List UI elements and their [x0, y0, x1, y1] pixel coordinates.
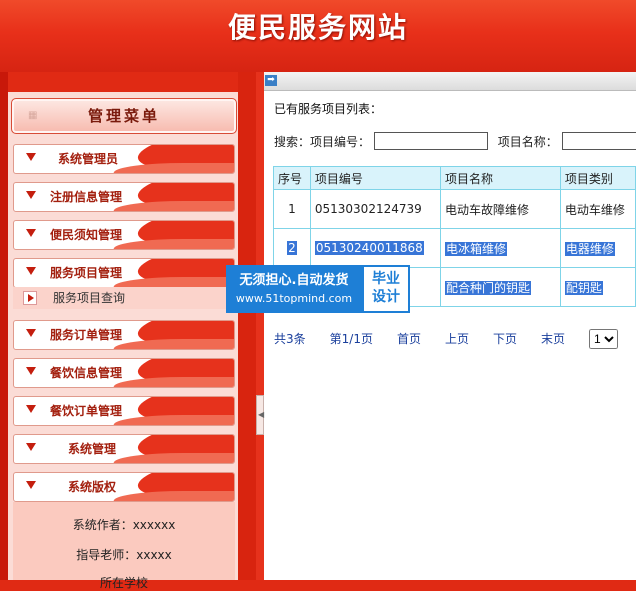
name-label: 项目名称： — [497, 134, 558, 149]
column-header: 项目编号 — [309, 166, 441, 190]
watermark-line1: 无须担心.自动发货 — [239, 273, 349, 288]
header-banner: 便民服务网站 — [0, 0, 636, 72]
sidebar-item-copyright[interactable]: 系统版权 — [13, 472, 235, 502]
project-name-input[interactable] — [561, 132, 636, 150]
sidebar-item-label: 餐饮订单管理 — [50, 404, 123, 418]
site-title: 便民服务网站 — [227, 11, 408, 44]
author-text: 系统作者：xxxxxx — [72, 518, 176, 532]
table-cell: 2 — [273, 228, 311, 268]
sidebar-item-label: 餐饮信息管理 — [50, 366, 123, 380]
triangle-down-icon — [26, 443, 36, 451]
content-topbar: ➡ — [264, 72, 636, 91]
triangle-down-icon — [26, 329, 36, 337]
column-header: 序号 — [273, 166, 311, 190]
triangle-down-icon — [26, 481, 36, 489]
sidebar-item-dining-orders[interactable]: 餐饮订单管理 — [13, 396, 235, 426]
school-text: 所在学校 — [99, 576, 148, 590]
watermark-badge: 毕业 设计 — [362, 265, 410, 313]
arrow-right-icon[interactable]: ➡ — [265, 75, 277, 86]
badge-line2: 设计 — [372, 289, 400, 305]
page-select[interactable]: 1 — [589, 329, 619, 349]
sidebar-item-label: 服务订单管理 — [50, 328, 123, 342]
search-prefix: 搜索： — [274, 134, 311, 149]
triangle-down-icon — [26, 267, 36, 275]
sidebar-item-admin[interactable]: 系统管理员 — [13, 144, 235, 174]
list-caption: 已有服务项目列表： — [274, 102, 383, 116]
arrow-left-icon: ◀ — [258, 410, 265, 419]
table-cell: 05130302124739 — [309, 189, 441, 229]
table-row[interactable]: 2 05130240011868 电冰箱维修 电器维修 — [273, 228, 636, 268]
sidebar-item-label: 系统管理员 — [58, 152, 119, 166]
selected-text: 电冰箱维修 — [444, 241, 507, 256]
play-icon — [23, 291, 37, 305]
sidebar-item-label: 便民须知管理 — [50, 228, 123, 242]
sidebar-item-label: 服务项目管理 — [50, 266, 123, 280]
pagination: 共3条 第1/1页 首页 上页 下页 末页 1 — [274, 329, 619, 349]
frame-divider — [238, 72, 256, 580]
menu-title: ▦ 管理菜单 — [11, 98, 237, 134]
sidebar: ▦ 管理菜单 系统管理员 注册信息管理 便民须知管理 服务项目管理 服务项目查询… — [8, 92, 238, 590]
prev-page-link[interactable]: 上页 — [445, 330, 469, 347]
code-label: 项目编号： — [310, 134, 371, 149]
table-cell: 配合种门的钥匙 — [439, 267, 561, 307]
main-content: ➡ 已有服务项目列表： 搜索：项目编号： 项目名称： 序号 项目编号 项目名称 … — [256, 72, 636, 580]
first-page-link[interactable]: 首页 — [397, 330, 421, 347]
triangle-down-icon — [26, 191, 36, 199]
sidebar-item-system[interactable]: 系统管理 — [13, 434, 235, 464]
selected-text: 2 — [287, 241, 297, 255]
table-row[interactable]: 1 05130302124739 电动车故障维修 电动车维修 — [273, 189, 636, 229]
selected-text: 05130240011868 — [314, 241, 424, 255]
watermark-url: www.51topmind.com — [235, 292, 353, 305]
search-row: 搜索：项目编号： 项目名称： — [274, 132, 636, 150]
submenu-item-label: 服务项目查询 — [53, 291, 126, 305]
table-cell: 1 — [273, 189, 311, 229]
table-cell: 05130240011868 — [309, 228, 441, 268]
triangle-down-icon — [26, 367, 36, 375]
table-cell: 配钥匙 — [559, 267, 636, 307]
sidebar-item-registration[interactable]: 注册信息管理 — [13, 182, 235, 212]
table-cell: 电器维修 — [559, 228, 636, 268]
menu-title-label: 管理菜单 — [87, 107, 160, 125]
selected-text: 配合种门的钥匙 — [444, 280, 531, 295]
last-page-link[interactable]: 末页 — [541, 330, 565, 347]
sidebar-item-label: 注册信息管理 — [50, 190, 123, 204]
page-indicator: 第1/1页 — [329, 331, 373, 346]
column-header: 项目类别 — [559, 166, 636, 190]
project-code-input[interactable] — [373, 132, 488, 150]
selected-text: 配钥匙 — [564, 280, 603, 295]
table-cell: 电动车维修 — [559, 189, 636, 229]
collapse-handle[interactable]: ◀ — [256, 395, 264, 435]
next-page-link[interactable]: 下页 — [493, 330, 517, 347]
table-cell: 电动车故障维修 — [439, 189, 561, 229]
column-header: 项目名称 — [439, 166, 561, 190]
selected-text: 电器维修 — [564, 241, 615, 256]
left-border — [0, 72, 8, 580]
sidebar-item-notices[interactable]: 便民须知管理 — [13, 220, 235, 250]
submenu-item-service-query[interactable]: 服务项目查询 — [13, 287, 235, 309]
total-count: 共3条 — [274, 331, 306, 346]
watermark-banner: 无须担心.自动发货 www.51topmind.com 毕业 设计 — [226, 265, 410, 313]
sidebar-item-label: 系统版权 — [68, 480, 117, 494]
badge-line1: 毕业 — [372, 271, 400, 287]
sidebar-item-dining-info[interactable]: 餐饮信息管理 — [13, 358, 235, 388]
table-header-row: 序号 项目编号 项目名称 项目类别 — [273, 166, 636, 190]
sidebar-item-label: 系统管理 — [68, 442, 117, 456]
copyright-info: 系统作者：xxxxxx 指导老师：xxxxx 所在学校 — [13, 502, 235, 590]
table-cell: 电冰箱维修 — [439, 228, 561, 268]
sidebar-item-service-orders[interactable]: 服务订单管理 — [13, 320, 235, 350]
sidebar-item-service-projects[interactable]: 服务项目管理 — [13, 258, 235, 288]
triangle-down-icon — [26, 405, 36, 413]
grip-icon: ▦ — [28, 110, 38, 121]
watermark-text-box: 无须担心.自动发货 www.51topmind.com — [226, 265, 362, 313]
submenu-service-projects: 服务项目查询 — [13, 287, 235, 309]
teacher-text: 指导老师：xxxxx — [76, 548, 172, 562]
triangle-down-icon — [26, 153, 36, 161]
triangle-down-icon — [26, 229, 36, 237]
